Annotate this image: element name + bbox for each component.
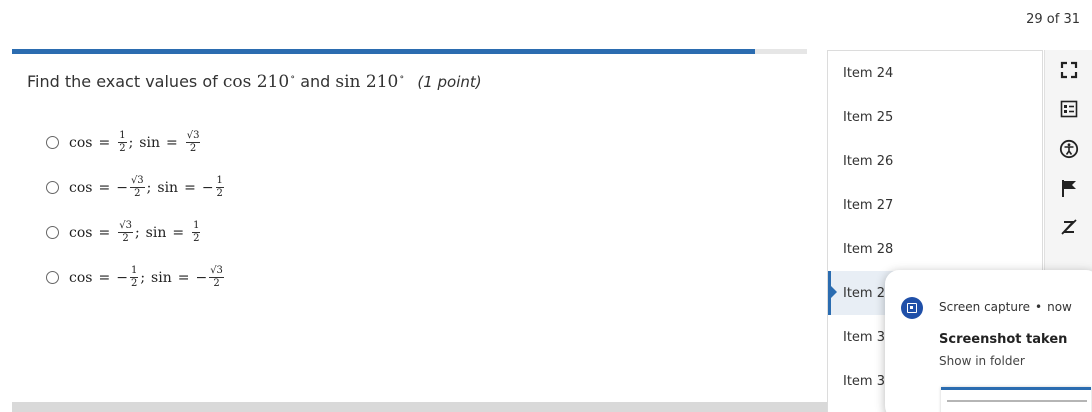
item-link-28[interactable]: Item 28 [828,227,1042,271]
notification-app: Screen capture • now [939,300,1072,314]
item-link-24[interactable]: Item 24 [828,51,1042,95]
question-sin: sin 210∘ [335,72,405,92]
option-math: cos = √3 2 ; sin = 12 [69,220,201,244]
item-counter: 29 of 31 [1026,12,1080,27]
progress-fill [12,49,756,54]
checklist-icon[interactable] [1059,99,1079,119]
flag-icon[interactable] [1059,178,1079,198]
progress-bar [12,49,807,54]
show-in-folder-button[interactable]: Show in folder [939,354,1025,368]
answer-option-3[interactable]: cos = √3 2 ; sin = 12 [46,210,226,255]
bottom-scrollbar[interactable] [12,402,885,412]
question-points: (1 point) [417,73,482,91]
radio-button[interactable] [46,136,59,149]
answer-options: cos = 12 ; sin = √3 2 cos = − √3 2 ; sin = − 1… [46,120,226,300]
item-link-26[interactable]: Item 26 [828,139,1042,183]
option-math: cos = − 12 ; sin = − √3 2 [69,265,224,289]
radio-button[interactable] [46,271,59,284]
question-prefix: Find the exact values of [27,72,218,91]
radio-button[interactable] [46,226,59,239]
answer-option-2[interactable]: cos = − √3 2 ; sin = − 12 [46,165,226,210]
screen-capture-icon [901,297,923,319]
question-cos: cos 210∘ [222,72,296,92]
fullscreen-icon[interactable] [1059,60,1079,80]
item-link-27[interactable]: Item 27 [828,183,1042,227]
answer-option-1[interactable]: cos = 12 ; sin = √3 2 [46,120,226,165]
screenshot-thumbnail[interactable] [941,387,1091,412]
notification-title: Screenshot taken [939,332,1068,347]
accessibility-icon[interactable] [1059,139,1079,159]
question-and: and [300,72,331,91]
option-math: cos = − √3 2 ; sin = − 12 [69,175,224,199]
option-math: cos = 12 ; sin = √3 2 [69,130,201,154]
item-link-25[interactable]: Item 25 [828,95,1042,139]
radio-button[interactable] [46,181,59,194]
screenshot-notification[interactable]: Screen capture • now Screenshot taken Show… [885,270,1092,412]
question-text: Find the exact values of cos 210∘ and si… [27,72,482,92]
answer-option-4[interactable]: cos = − 12 ; sin = − √3 2 [46,255,226,300]
no-translate-icon[interactable] [1059,217,1079,237]
